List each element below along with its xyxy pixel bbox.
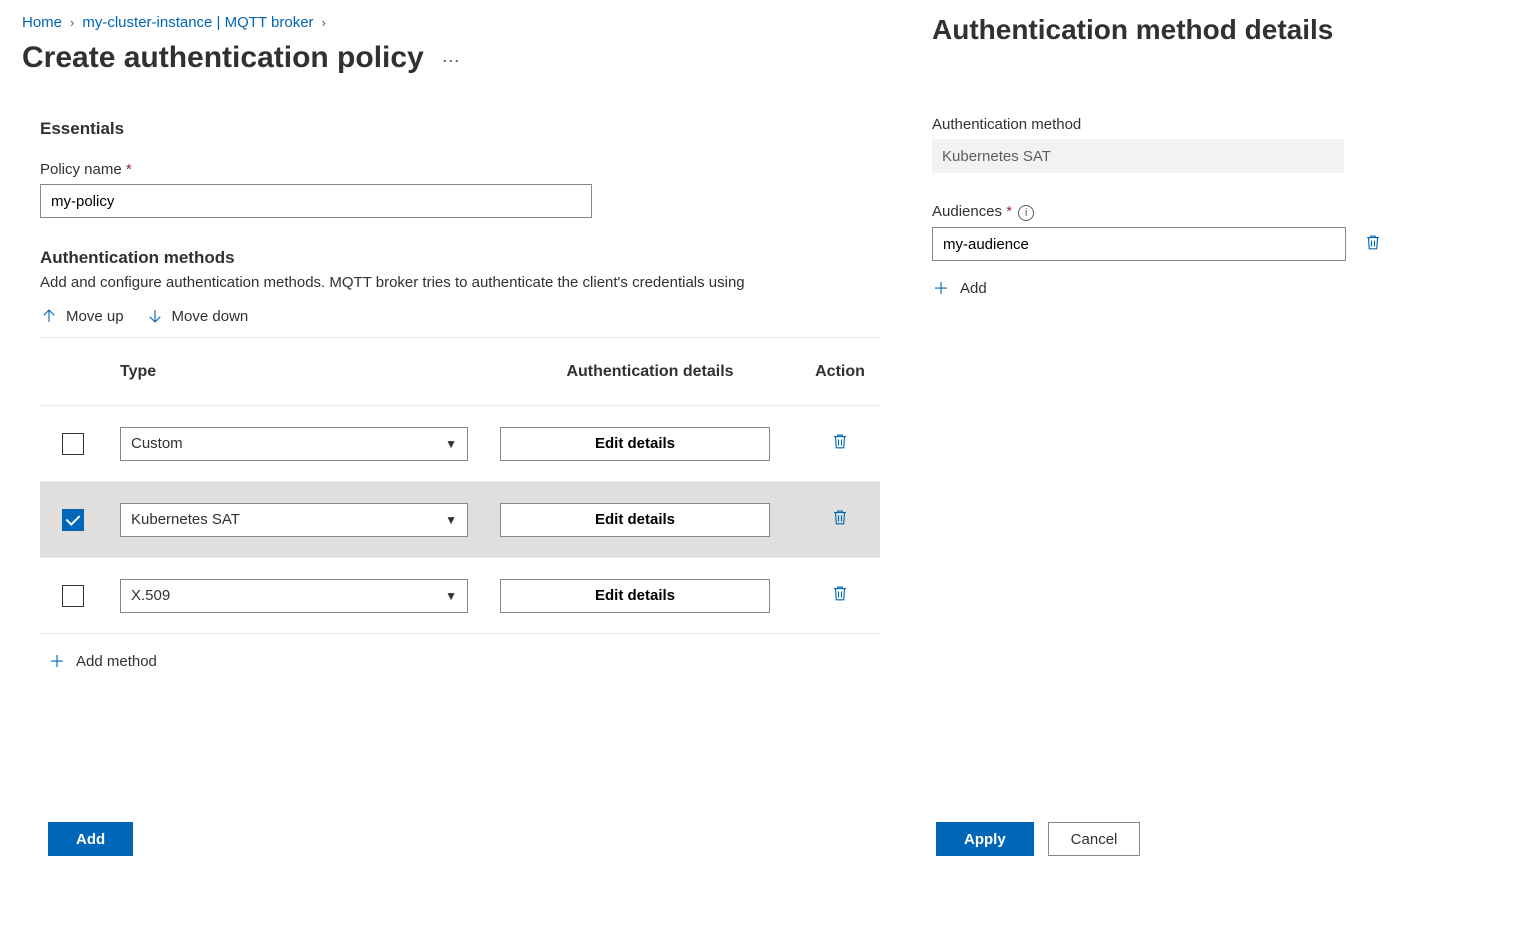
edit-details-button[interactable]: Edit details — [500, 503, 770, 537]
add-audience-button[interactable]: Add — [932, 279, 1494, 297]
add-button[interactable]: Add — [48, 822, 133, 856]
methods-heading: Authentication methods — [40, 248, 880, 268]
column-details: Authentication details — [500, 363, 800, 381]
panel-title: Authentication method details — [932, 14, 1494, 46]
breadcrumb: Home › my-cluster-instance | MQTT broker… — [22, 14, 880, 31]
chevron-down-icon: ▼ — [445, 589, 457, 603]
page-title: Create authentication policy — [22, 41, 424, 75]
table-row: Custom ▼ Edit details — [40, 406, 880, 482]
essentials-heading: Essentials — [40, 119, 880, 139]
breadcrumb-home[interactable]: Home — [22, 14, 62, 31]
delete-button[interactable] — [831, 507, 849, 532]
arrow-down-icon — [146, 307, 164, 325]
type-select[interactable]: Kubernetes SAT ▼ — [120, 503, 468, 537]
apply-button[interactable]: Apply — [936, 822, 1034, 856]
delete-button[interactable] — [831, 583, 849, 608]
trash-icon — [831, 507, 849, 527]
move-down-button[interactable]: Move down — [146, 307, 249, 325]
chevron-right-icon: › — [70, 15, 74, 30]
chevron-down-icon: ▼ — [445, 513, 457, 527]
column-action: Action — [800, 363, 880, 381]
plus-icon — [932, 279, 950, 297]
methods-description: Add and configure authentication methods… — [40, 274, 880, 291]
table-row: Kubernetes SAT ▼ Edit details — [40, 482, 880, 558]
auth-method-value: Kubernetes SAT — [932, 139, 1344, 173]
audiences-label: Audiences * i — [932, 203, 1494, 221]
edit-details-button[interactable]: Edit details — [500, 427, 770, 461]
trash-icon — [831, 583, 849, 603]
chevron-down-icon: ▼ — [445, 437, 457, 451]
row-checkbox[interactable] — [62, 433, 84, 455]
row-checkbox[interactable] — [62, 509, 84, 531]
row-checkbox[interactable] — [62, 585, 84, 607]
policy-name-input[interactable] — [40, 184, 592, 218]
methods-table: Type Authentication details Action Custo… — [40, 337, 880, 634]
type-select[interactable]: Custom ▼ — [120, 427, 468, 461]
chevron-right-icon: › — [322, 15, 326, 30]
policy-name-label: Policy name * — [40, 161, 880, 178]
table-row: X.509 ▼ Edit details — [40, 558, 880, 634]
details-panel: Authentication method details Authentica… — [904, 0, 1522, 934]
type-select[interactable]: X.509 ▼ — [120, 579, 468, 613]
arrow-up-icon — [40, 307, 58, 325]
trash-icon — [1364, 232, 1382, 252]
column-type: Type — [120, 363, 500, 381]
info-icon[interactable]: i — [1018, 205, 1034, 221]
cancel-button[interactable]: Cancel — [1048, 822, 1141, 856]
trash-icon — [831, 431, 849, 451]
delete-audience-button[interactable] — [1364, 232, 1382, 257]
more-icon[interactable]: ⋯ — [442, 51, 461, 72]
move-up-button[interactable]: Move up — [40, 307, 124, 325]
add-method-button[interactable]: Add method — [48, 652, 880, 670]
plus-icon — [48, 652, 66, 670]
auth-method-label: Authentication method — [932, 116, 1494, 133]
audience-input[interactable] — [932, 227, 1346, 261]
delete-button[interactable] — [831, 431, 849, 456]
edit-details-button[interactable]: Edit details — [500, 579, 770, 613]
breadcrumb-instance[interactable]: my-cluster-instance | MQTT broker — [82, 14, 313, 31]
